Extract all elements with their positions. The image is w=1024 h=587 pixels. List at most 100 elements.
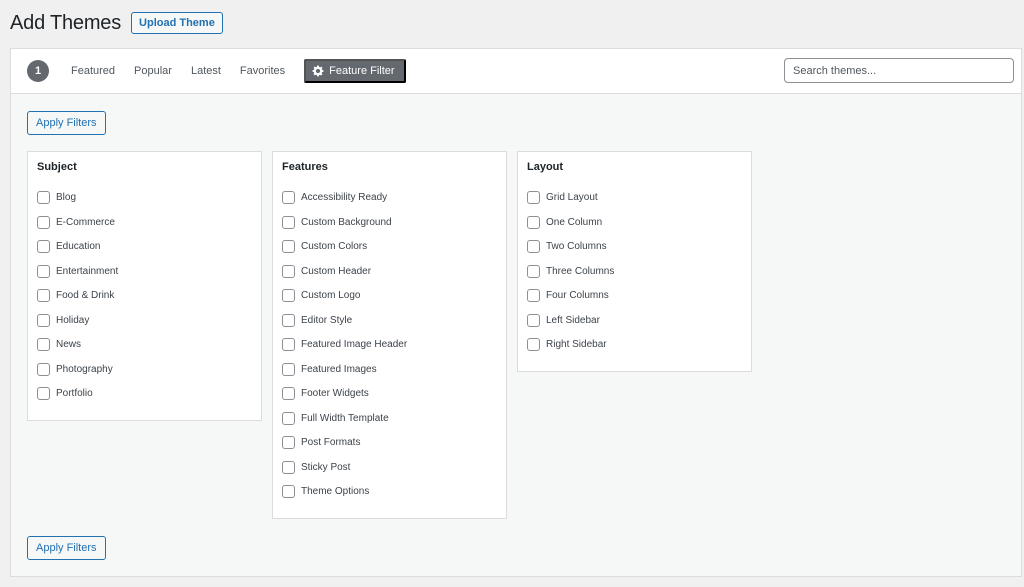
checkbox[interactable] [282,436,295,449]
checkbox-option[interactable]: Accessibility Ready [282,190,387,204]
checkbox[interactable] [37,191,50,204]
checkbox-option[interactable]: Food & Drink [37,288,114,302]
option-label: E-Commerce [56,217,115,228]
feature-filter-label: Feature Filter [329,65,394,77]
checkbox-option[interactable]: Theme Options [282,484,369,498]
fieldset-title-features: Features [282,161,328,173]
checkbox-option[interactable]: One Column [527,215,602,229]
checkbox[interactable] [282,338,295,351]
checkbox-option[interactable]: Featured Image Header [282,337,407,351]
checkbox[interactable] [282,387,295,400]
checkbox-option[interactable]: Sticky Post [282,460,350,474]
checkbox-option[interactable]: Portfolio [37,386,93,400]
option-label: Portfolio [56,388,93,399]
checkbox-option[interactable]: Custom Header [282,264,371,278]
checkbox-option[interactable]: Three Columns [527,264,614,278]
checkbox[interactable] [282,412,295,425]
checkbox-option[interactable]: News [37,337,81,351]
option-label: Photography [56,364,113,375]
checkbox[interactable] [282,363,295,376]
checkbox[interactable] [282,265,295,278]
checkbox[interactable] [37,363,50,376]
search-themes-input[interactable] [784,58,1014,83]
upload-theme-button[interactable]: Upload Theme [131,12,223,34]
checkbox[interactable] [37,387,50,400]
checkbox-option[interactable]: Featured Images [282,362,377,376]
checkbox[interactable] [527,338,540,351]
checkbox[interactable] [37,240,50,253]
option-label: Entertainment [56,266,118,277]
option-label: Editor Style [301,315,352,326]
option-label: Custom Colors [301,241,367,252]
option-label: Right Sidebar [546,339,607,350]
option-label: One Column [546,217,602,228]
checkbox[interactable] [37,216,50,229]
option-label: Holiday [56,315,89,326]
filter-link-featured[interactable]: Featured [71,65,115,77]
checkbox[interactable] [282,314,295,327]
checkbox[interactable] [527,314,540,327]
option-label: Three Columns [546,266,614,277]
option-label: Featured Images [301,364,377,375]
option-label: Food & Drink [56,290,114,301]
checkbox[interactable] [527,216,540,229]
checkbox[interactable] [282,240,295,253]
checkbox-option[interactable]: Footer Widgets [282,386,369,400]
checkbox[interactable] [37,338,50,351]
checkbox-option[interactable]: E-Commerce [37,215,115,229]
option-label: Footer Widgets [301,388,369,399]
checkbox[interactable] [282,191,295,204]
option-label: Blog [56,192,76,203]
option-label: Sticky Post [301,462,350,473]
filter-link-latest[interactable]: Latest [191,65,221,77]
checkbox[interactable] [527,289,540,302]
checkbox-option[interactable]: Entertainment [37,264,118,278]
checkbox-option[interactable]: Custom Background [282,215,392,229]
checkbox[interactable] [37,289,50,302]
checkbox[interactable] [282,461,295,474]
checkbox-option[interactable]: Custom Logo [282,288,360,302]
option-label: Left Sidebar [546,315,600,326]
checkbox-option[interactable]: Education [37,239,100,253]
apply-filters-button-bottom[interactable]: Apply Filters [27,536,106,560]
apply-filters-button-top[interactable]: Apply Filters [27,111,106,135]
checkbox-option[interactable]: Right Sidebar [527,337,607,351]
page-title: Add Themes [10,12,121,35]
checkbox[interactable] [527,240,540,253]
checkbox-option[interactable]: Holiday [37,313,89,327]
theme-count-badge: 1 [27,60,49,82]
filter-link-popular[interactable]: Popular [134,65,172,77]
option-label: Post Formats [301,437,360,448]
checkbox-option[interactable]: Two Columns [527,239,607,253]
checkbox[interactable] [527,265,540,278]
checkbox-option[interactable]: Grid Layout [527,190,598,204]
option-label: Custom Header [301,266,371,277]
feature-filter-button[interactable]: Feature Filter [304,59,405,83]
subject-fieldset: Subject Blog E-Commerce Education Entert… [27,151,262,421]
checkbox-option[interactable]: Four Columns [527,288,609,302]
checkbox[interactable] [282,216,295,229]
option-label: Theme Options [301,486,369,497]
checkbox-option[interactable]: Photography [37,362,113,376]
option-label: News [56,339,81,350]
checkbox-option[interactable]: Left Sidebar [527,313,600,327]
checkbox[interactable] [37,314,50,327]
checkbox[interactable] [282,485,295,498]
checkbox-option[interactable]: Editor Style [282,313,352,327]
checkbox[interactable] [37,265,50,278]
checkbox[interactable] [527,191,540,204]
features-fieldset: Features Accessibility Ready Custom Back… [272,151,507,519]
checkbox-option[interactable]: Blog [37,190,76,204]
page-header: Add Themes Upload Theme [10,9,223,37]
filter-bar: 1 Featured Popular Latest Favorites Feat… [11,49,1021,94]
checkbox[interactable] [282,289,295,302]
themes-filter-panel: 1 Featured Popular Latest Favorites Feat… [10,48,1022,577]
fieldset-title-layout: Layout [527,161,563,173]
option-label: Accessibility Ready [301,192,387,203]
checkbox-option[interactable]: Custom Colors [282,239,367,253]
checkbox-option[interactable]: Full Width Template [282,411,389,425]
option-label: Custom Background [301,217,392,228]
checkbox-option[interactable]: Post Formats [282,435,360,449]
option-label: Full Width Template [301,413,389,424]
filter-link-favorites[interactable]: Favorites [240,65,285,77]
